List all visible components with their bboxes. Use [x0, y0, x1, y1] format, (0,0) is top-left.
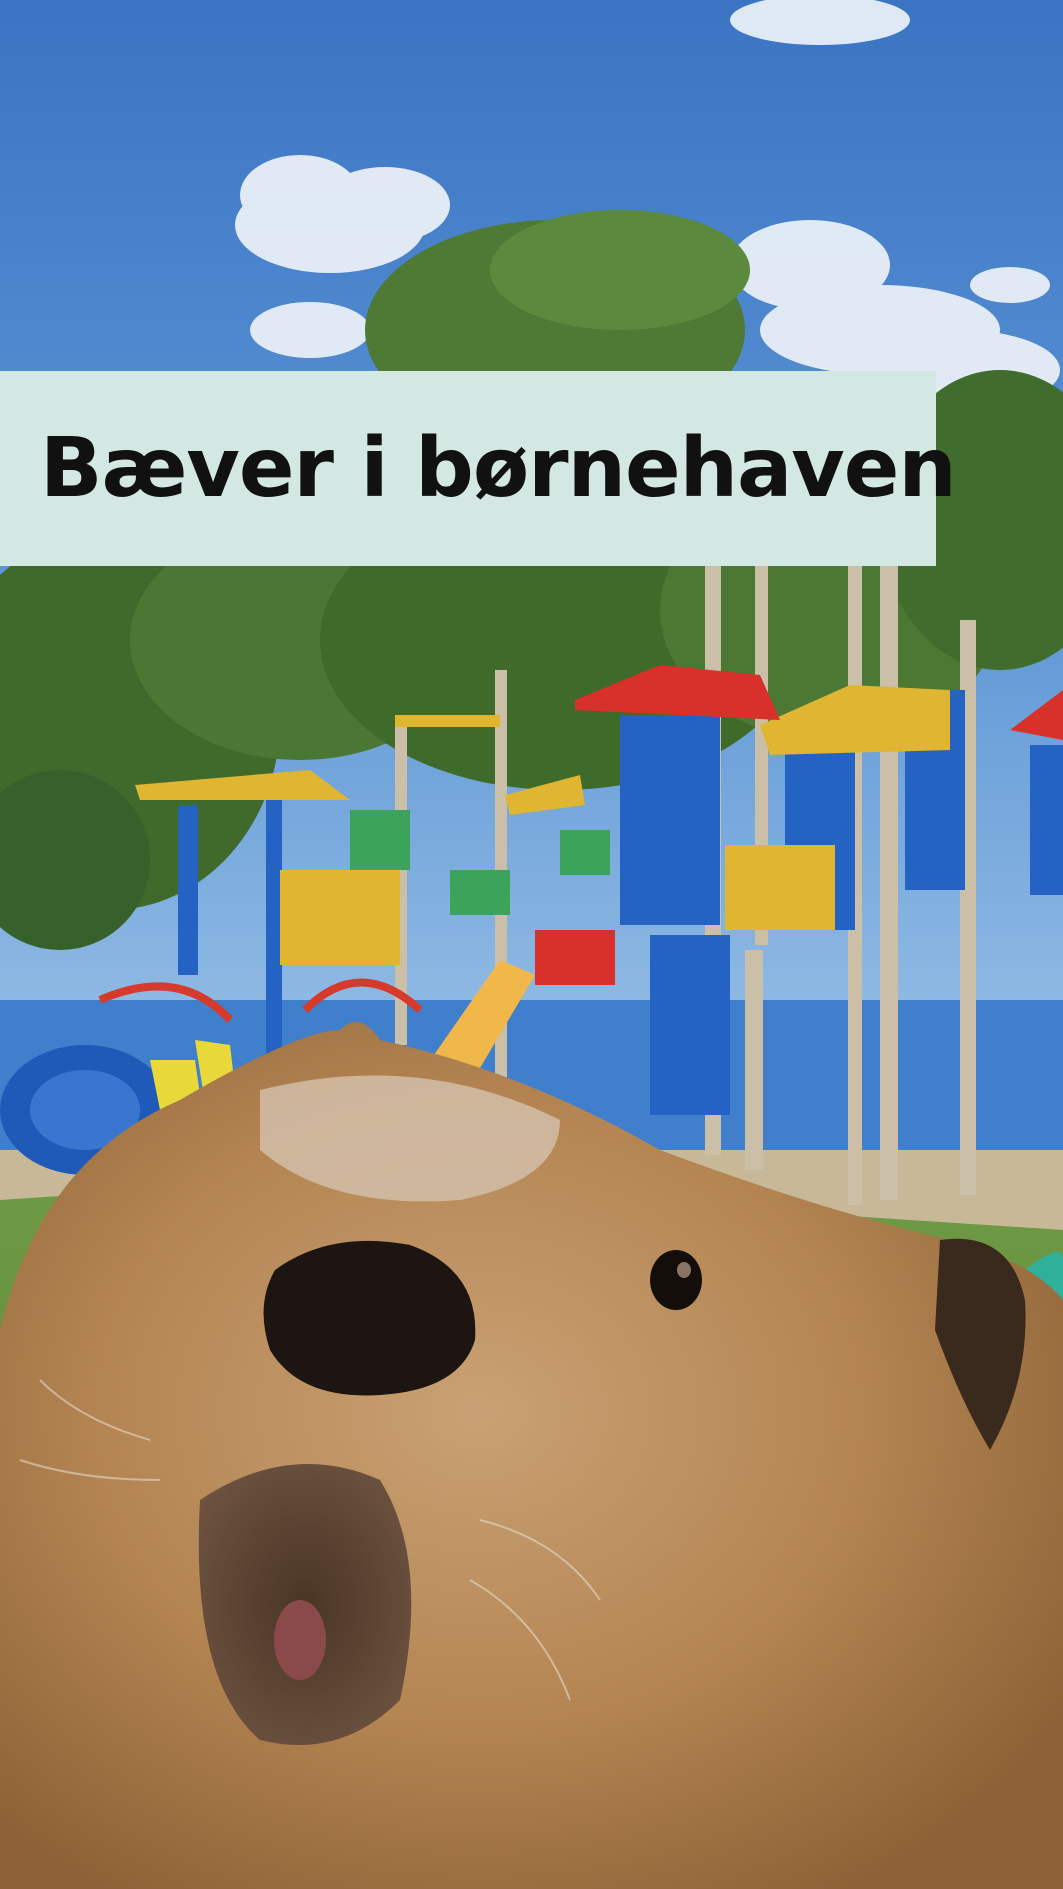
beaver-nose: [263, 1240, 476, 1396]
beaver-eye: [650, 1250, 702, 1310]
background-scene: [0, 0, 1063, 1889]
page-title: Bæver i børnehaven: [40, 420, 957, 516]
title-banner: Bæver i børnehaven: [0, 371, 957, 566]
